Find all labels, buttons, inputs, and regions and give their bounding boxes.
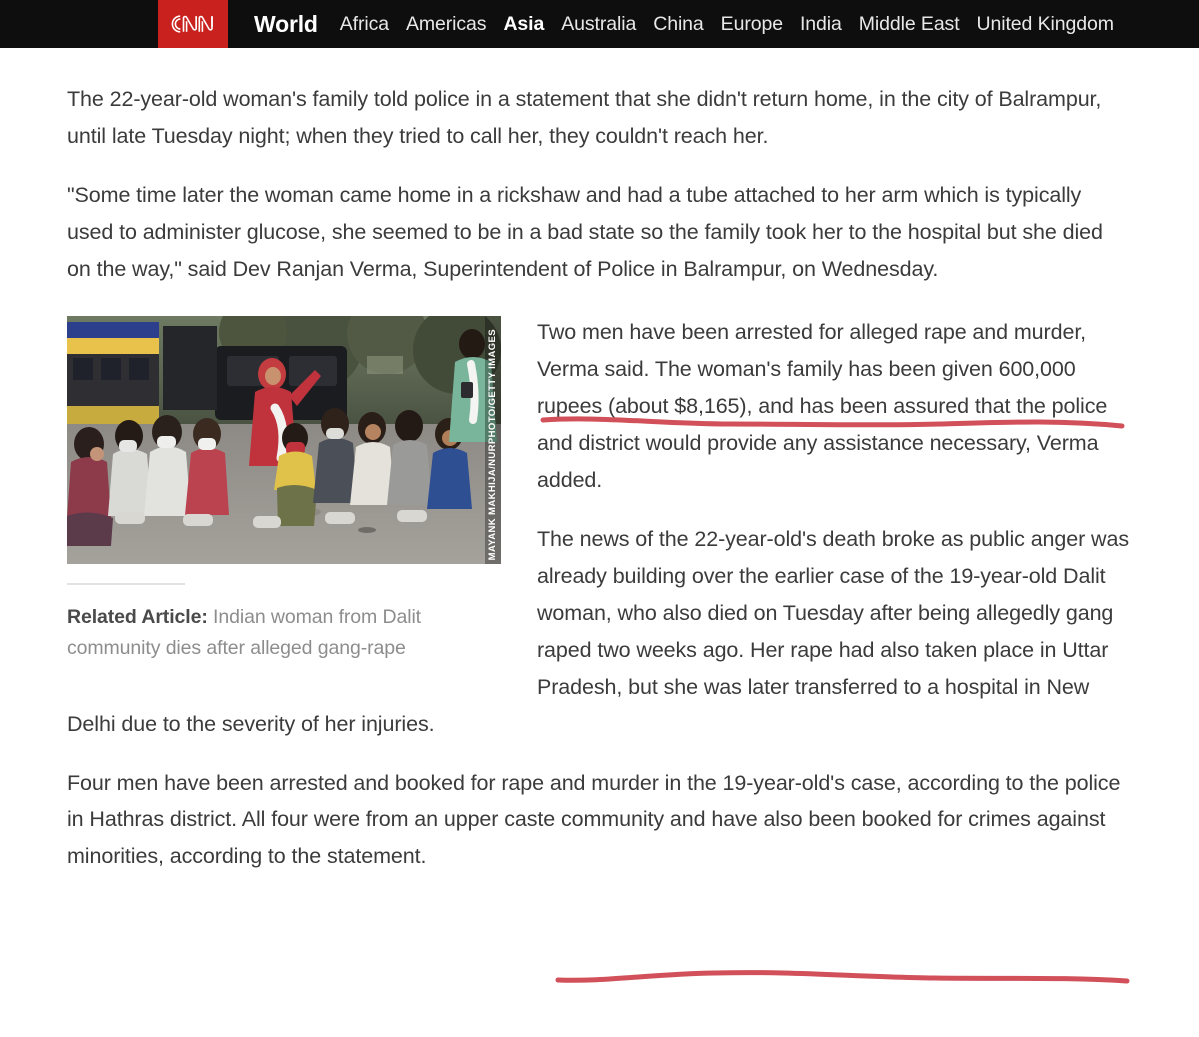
nav-link-americas[interactable]: Americas xyxy=(406,13,486,36)
nav-link-australia[interactable]: Australia xyxy=(561,13,636,36)
photo-credit: MAYANK MAKHIJA/NURPHOTO/GETTY IMAGES xyxy=(485,316,501,564)
nav-link-list: Africa Americas Asia Australia China Eur… xyxy=(340,13,1131,36)
article-paragraph-5: Four men have been arrested and booked f… xyxy=(67,765,1132,876)
protest-photo[interactable]: MAYANK MAKHIJA/NURPHOTO/GETTY IMAGES xyxy=(67,316,501,564)
photo-credit-text: MAYANK MAKHIJA/NURPHOTO/GETTY IMAGES xyxy=(485,329,501,560)
nav-section-title[interactable]: World xyxy=(254,11,318,38)
top-navigation-bar: World Africa Americas Asia Australia Chi… xyxy=(0,0,1199,48)
article-paragraph-1: The 22-year-old woman's family told poli… xyxy=(67,81,1132,155)
nav-link-united-kingdom[interactable]: United Kingdom xyxy=(977,13,1114,36)
nav-link-china[interactable]: China xyxy=(653,13,703,36)
cnn-logo-icon[interactable] xyxy=(158,0,228,48)
red-underline-annotation-2 xyxy=(555,968,1130,986)
nav-link-europe[interactable]: Europe xyxy=(721,13,783,36)
nav-link-asia[interactable]: Asia xyxy=(503,13,544,36)
related-article-label: Related Article: xyxy=(67,606,208,628)
nav-link-india[interactable]: India xyxy=(800,13,842,36)
article-paragraph-2: "Some time later the woman came home in … xyxy=(67,177,1132,288)
article-body: The 22-year-old woman's family told poli… xyxy=(0,81,1199,897)
nav-link-middle-east[interactable]: Middle East xyxy=(859,13,960,36)
caption-divider xyxy=(67,583,185,585)
nav-link-africa[interactable]: Africa xyxy=(340,13,389,36)
related-article-caption[interactable]: Related Article: Indian woman from Dalit… xyxy=(67,602,501,665)
related-article-figure[interactable]: MAYANK MAKHIJA/NURPHOTO/GETTY IMAGES Rel… xyxy=(67,316,501,665)
